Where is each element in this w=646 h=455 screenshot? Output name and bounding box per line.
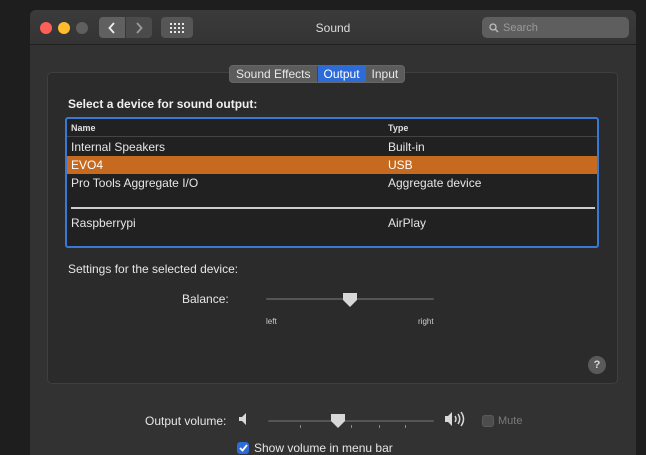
device-type: Built-in — [388, 140, 425, 154]
tab-output[interactable]: Output — [317, 66, 366, 82]
search-icon — [489, 22, 499, 32]
speaker-low-icon — [239, 413, 246, 425]
list-header: Name Type — [67, 119, 597, 137]
device-name: EVO4 — [71, 158, 104, 172]
volume-thumb[interactable] — [330, 413, 346, 429]
device-list[interactable]: Name Type Internal Speakers Built-in EVO… — [65, 117, 599, 248]
sound-preferences-window: Sound Search Sound Effects Output Input … — [30, 10, 636, 455]
device-type: USB — [388, 158, 413, 172]
search-placeholder: Search — [503, 21, 538, 34]
tab-bar: Sound Effects Output Input — [229, 65, 406, 83]
balance-label: Balance: — [182, 292, 229, 306]
help-button[interactable]: ? — [588, 356, 606, 374]
list-separator — [71, 207, 595, 209]
volume-tick — [351, 425, 352, 428]
device-name: Pro Tools Aggregate I/O — [71, 176, 199, 190]
tab-sound-effects[interactable]: Sound Effects — [230, 66, 316, 82]
column-header-type[interactable]: Type — [388, 119, 408, 137]
device-row-pro-tools-aggregate[interactable]: Pro Tools Aggregate I/O Aggregate device — [67, 174, 597, 192]
balance-right-label: right — [418, 317, 434, 326]
mute-checkbox[interactable] — [482, 415, 494, 427]
volume-tick — [379, 425, 380, 428]
search-field[interactable]: Search — [482, 17, 629, 38]
select-device-label: Select a device for sound output: — [68, 97, 258, 111]
output-volume-label: Output volume: — [145, 414, 227, 428]
volume-tick — [405, 425, 406, 428]
device-name: Raspberrypi — [71, 216, 136, 230]
volume-tick — [300, 425, 301, 428]
device-name: Internal Speakers — [71, 140, 166, 154]
column-header-name[interactable]: Name — [71, 119, 96, 137]
help-icon: ? — [593, 359, 601, 371]
show-volume-label: Show volume in menu bar — [254, 441, 393, 455]
device-type: Aggregate device — [388, 176, 482, 190]
volume-track[interactable] — [268, 420, 434, 422]
device-row-raspberrypi[interactable]: Raspberrypi AirPlay — [67, 214, 597, 232]
device-row-evo4[interactable]: EVO4 USB — [67, 156, 597, 174]
device-row-internal-speakers[interactable]: Internal Speakers Built-in — [67, 138, 597, 156]
balance-thumb[interactable] — [342, 292, 358, 308]
balance-left-label: left — [266, 317, 277, 326]
mute-label: Mute — [498, 415, 523, 427]
tab-input[interactable]: Input — [366, 66, 405, 82]
show-volume-checkbox[interactable] — [237, 442, 249, 454]
speaker-high-icon — [445, 411, 465, 427]
checkmark-icon — [238, 444, 248, 452]
title-bar: Sound Search — [30, 10, 636, 45]
settings-label: Settings for the selected device: — [68, 262, 239, 276]
device-type: AirPlay — [388, 216, 427, 230]
